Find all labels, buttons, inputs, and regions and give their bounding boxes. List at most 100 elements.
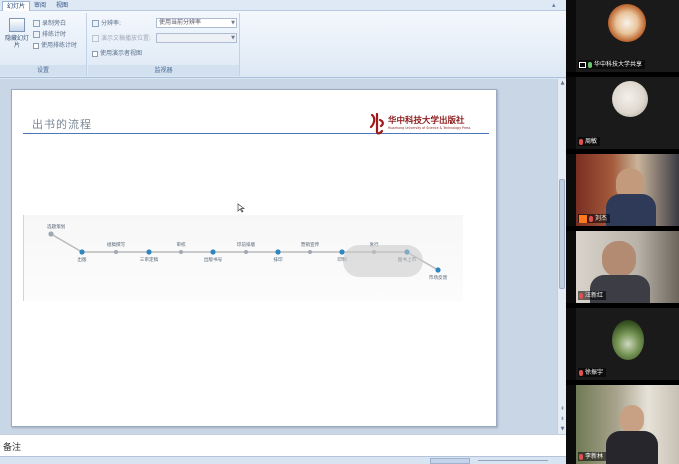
use-timings-label: 使用排练计时 (41, 42, 78, 49)
publisher-name: 华中科技大学出版社 (388, 116, 465, 126)
show-on-label-row: 演示文稿播放位置: (92, 34, 151, 43)
flow-connector-start (50, 233, 83, 253)
flow-step-label: 三审定稿 (140, 256, 159, 263)
group-label-setup: 设置 (0, 65, 86, 76)
record-narration-button[interactable]: 录制旁白 (33, 19, 66, 28)
rehearse-timings-label: 排练计时 (42, 31, 67, 38)
stopwatch-icon (33, 31, 40, 38)
rehearse-timings-button[interactable]: 排练计时 (33, 30, 66, 39)
display-icon (92, 35, 99, 42)
participant-name: 华中科技大学共享 (594, 61, 643, 68)
flow-step-label: 出版 (77, 256, 87, 263)
flow-step-label: 组稿撰写 (107, 241, 126, 248)
hide-slide-button[interactable]: 隐藏幻灯片 (3, 16, 31, 64)
participant-label: 华中科技大学共享 (578, 60, 646, 69)
resolution-value: 使用当前分辨率 (159, 19, 202, 26)
participant-tile[interactable]: 刘杰 (576, 154, 679, 226)
flow-step-label: 排印 (273, 256, 283, 263)
microphone-icon (33, 20, 40, 27)
participant-body (606, 194, 656, 226)
scroll-up-icon[interactable]: ▲ (558, 79, 566, 88)
participant-label: 汪新红 (578, 291, 607, 300)
flow-step-label: 出版书号 (204, 256, 223, 263)
publisher-name-english: Huazhong University of Science & Technol… (388, 126, 471, 130)
participant-label: 刘杰 (578, 214, 611, 223)
group-label-monitors: 监视器 (88, 65, 239, 76)
ribbon: 隐藏幻灯片 录制旁白 排练计时 使用排练计时 设置 分辨率: 使用当前分辨率 ▼… (0, 11, 566, 78)
tab-slide-show[interactable]: 幻灯片 (2, 1, 31, 11)
flow-step-label: 审校 (176, 241, 186, 248)
video-watermark-overlay (343, 245, 423, 277)
participant-tile[interactable]: 李新林 (576, 385, 679, 464)
zoom-slider[interactable] (478, 460, 548, 461)
participant-tile[interactable]: 汪新红 (576, 231, 679, 303)
participant-label: 徐振宇 (578, 368, 607, 377)
chevron-down-icon: ▼ (231, 20, 235, 26)
flow-step-label: 市场反馈 (429, 274, 448, 281)
avatar (612, 320, 644, 360)
notes-label: 备注 (3, 443, 22, 453)
resolution-label-row: 分辨率: (92, 19, 121, 28)
flow-node (435, 267, 441, 273)
microphone-muted-icon (579, 369, 583, 376)
participant-name: 汪新红 (585, 292, 604, 299)
next-slide-icon[interactable]: ⇟ (558, 415, 566, 424)
tab-review[interactable]: 审阅 (30, 1, 50, 11)
participant-label: 周敏 (578, 137, 601, 146)
participant-tile[interactable]: 华中科技大学共享 (576, 0, 679, 72)
flow-node (48, 231, 54, 237)
meeting-video-panel: 华中科技大学共享 周敏 刘杰 汪新红 徐振宇 李新林 (566, 0, 679, 464)
previous-slide-icon[interactable]: ⇞ (558, 405, 566, 414)
use-timings-checkbox[interactable]: 使用排练计时 (33, 41, 77, 50)
presenter-view-label: 使用演示者视图 (100, 50, 143, 57)
checkbox-icon (92, 50, 98, 57)
flow-step-label: 营销宣传 (301, 241, 320, 248)
scroll-down-icon[interactable]: ▼ (558, 425, 566, 434)
participant-name: 刘杰 (595, 215, 608, 222)
ribbon-tab-bar: 幻灯片 审阅 视图 ▴ (0, 0, 566, 11)
slide-editing-area: 出书的流程 华中科技大学出版社 Huazhong University of S… (0, 79, 566, 434)
show-on-label: 演示文稿播放位置: (101, 35, 152, 42)
participant-tile[interactable]: 周敏 (576, 77, 679, 149)
resolution-select[interactable]: 使用当前分辨率 ▼ (156, 18, 237, 28)
microphone-on-icon (588, 61, 592, 68)
participant-name: 李新林 (585, 453, 604, 460)
publisher-logo: 华中科技大学出版社 Huazhong University of Science… (368, 112, 470, 136)
flow-node (179, 250, 183, 254)
ribbon-group-monitors: 分辨率: 使用当前分辨率 ▼ 演示文稿播放位置: ▼ 使用演示者视图 监视器 (88, 13, 240, 76)
participant-label: 李新林 (578, 452, 607, 461)
presenter-view-checkbox[interactable]: 使用演示者视图 (92, 49, 142, 58)
record-narration-label: 录制旁白 (42, 20, 67, 27)
flow-node (210, 249, 216, 255)
avatar (608, 4, 646, 42)
mouse-cursor-icon (237, 203, 246, 213)
resolution-label: 分辨率: (101, 20, 122, 27)
microphone-muted-icon (589, 215, 593, 222)
slide-title[interactable]: 出书的流程 (32, 116, 92, 132)
publisher-logo-mark-icon (369, 112, 384, 135)
ribbon-collapse-icon[interactable]: ▴ (552, 2, 560, 9)
notes-pane[interactable]: 备注 (0, 434, 566, 456)
screen-share-icon (579, 61, 586, 68)
view-buttons[interactable] (430, 458, 470, 464)
scroll-thumb[interactable] (559, 179, 565, 289)
participant-name: 徐振宇 (585, 369, 604, 376)
hide-slide-icon (9, 18, 25, 32)
participant-body (606, 431, 658, 464)
participant-video (620, 405, 644, 433)
monitor-icon (92, 20, 99, 27)
status-bar (0, 456, 566, 464)
flow-node (114, 250, 118, 254)
avatar (612, 81, 648, 117)
microphone-muted-icon (579, 453, 583, 460)
ribbon-group-setup: 隐藏幻灯片 录制旁白 排练计时 使用排练计时 设置 (0, 13, 87, 76)
slide-canvas[interactable]: 出书的流程 华中科技大学出版社 Huazhong University of S… (11, 89, 497, 427)
checkbox-icon (33, 42, 39, 49)
show-on-select[interactable]: ▼ (156, 33, 237, 43)
microphone-muted-icon (579, 138, 583, 145)
flow-node (244, 250, 248, 254)
tab-view[interactable]: 视图 (52, 1, 72, 11)
participant-name: 周敏 (585, 138, 598, 145)
participant-tile[interactable]: 徐振宇 (576, 308, 679, 380)
slide-scrollbar[interactable]: ▲ ⇞ ⇟ ▼ (557, 79, 566, 434)
